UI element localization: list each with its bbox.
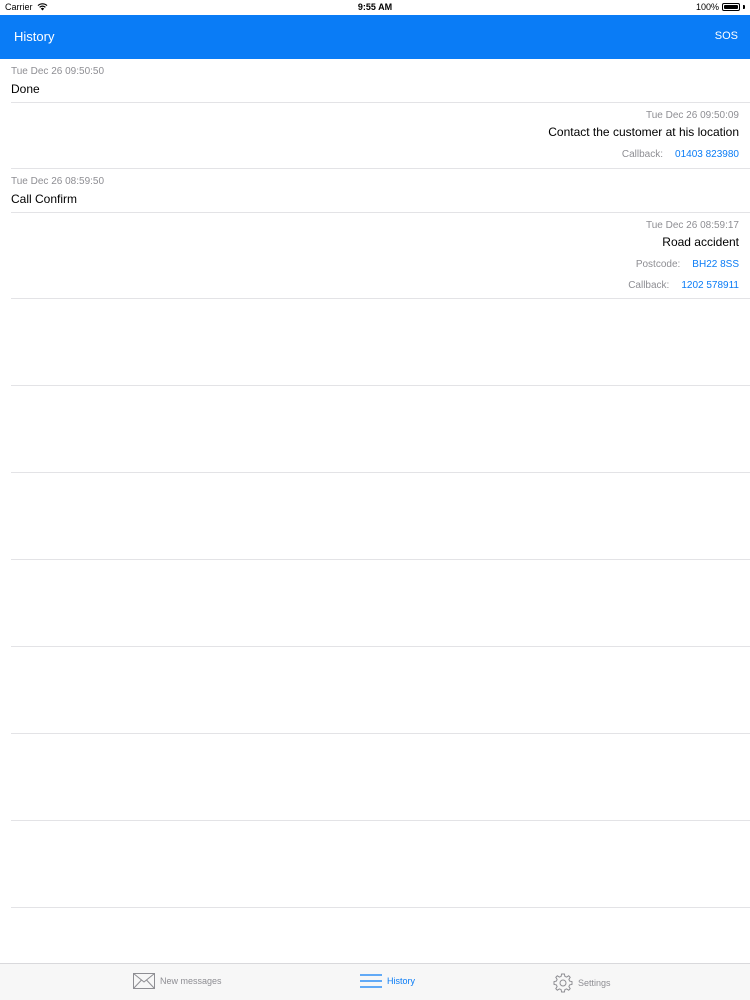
- history-item[interactable]: Tue Dec 26 08:59:50 Call Confirm: [11, 169, 750, 213]
- callback-number-link[interactable]: 1202 578911: [681, 280, 739, 291]
- tab-bar: New messages History Settings: [0, 963, 750, 1000]
- page-title: History: [14, 29, 55, 44]
- empty-row: [11, 647, 750, 734]
- empty-row: [11, 821, 750, 908]
- empty-row: [11, 734, 750, 821]
- tab-settings[interactable]: Settings: [553, 973, 611, 993]
- empty-row: [11, 560, 750, 647]
- empty-row: [11, 473, 750, 560]
- message-text: Road accident: [662, 235, 739, 249]
- battery-icon: [722, 3, 740, 11]
- battery-tip: [743, 5, 745, 9]
- message-text: Done: [11, 82, 40, 96]
- postcode-row: Postcode: BH22 8SS: [636, 259, 739, 270]
- callback-label: Callback:: [621, 149, 664, 160]
- tab-new-messages[interactable]: New messages: [133, 973, 222, 989]
- envelope-icon: [133, 973, 155, 989]
- tab-label: History: [387, 976, 416, 986]
- navigation-bar: History SOS: [0, 15, 750, 59]
- tab-label: New messages: [160, 976, 222, 986]
- message-timestamp: Tue Dec 26 09:50:09: [645, 110, 739, 121]
- battery-fill: [724, 5, 738, 9]
- status-bar: Carrier 9:55 AM 100%: [0, 0, 750, 15]
- tab-label: Settings: [578, 978, 611, 988]
- empty-row: [11, 299, 750, 386]
- message-text: Contact the customer at his location: [548, 125, 739, 139]
- history-item[interactable]: Tue Dec 26 08:59:17 Road accident Postco…: [11, 213, 750, 299]
- battery-percent: 100%: [695, 2, 719, 12]
- message-text: Call Confirm: [11, 192, 78, 206]
- postcode-label: Postcode:: [635, 259, 681, 270]
- callback-number-link[interactable]: 01403 823980: [675, 149, 739, 160]
- history-item[interactable]: Tue Dec 26 09:50:09 Contact the customer…: [11, 103, 750, 169]
- list-icon: [360, 974, 382, 988]
- gear-icon: [553, 973, 573, 993]
- postcode-link[interactable]: BH22 8SS: [692, 259, 739, 270]
- callback-label: Callback:: [628, 280, 670, 291]
- message-timestamp: Tue Dec 26 09:50:50: [11, 66, 105, 77]
- history-item[interactable]: Tue Dec 26 09:50:50 Done: [11, 59, 750, 103]
- empty-row: [11, 386, 750, 473]
- status-time: 9:55 AM: [357, 2, 393, 12]
- message-timestamp: Tue Dec 26 08:59:17: [645, 220, 739, 231]
- message-timestamp: Tue Dec 26 08:59:50: [11, 176, 105, 187]
- tab-history[interactable]: History: [360, 973, 415, 989]
- callback-row: Callback: 01403 823980: [622, 149, 739, 160]
- callback-row: Callback: 1202 578911: [628, 280, 739, 291]
- sos-button[interactable]: SOS: [715, 30, 738, 42]
- history-list: Tue Dec 26 09:50:50 Done Tue Dec 26 09:5…: [0, 59, 750, 908]
- status-right: 100%: [696, 2, 745, 12]
